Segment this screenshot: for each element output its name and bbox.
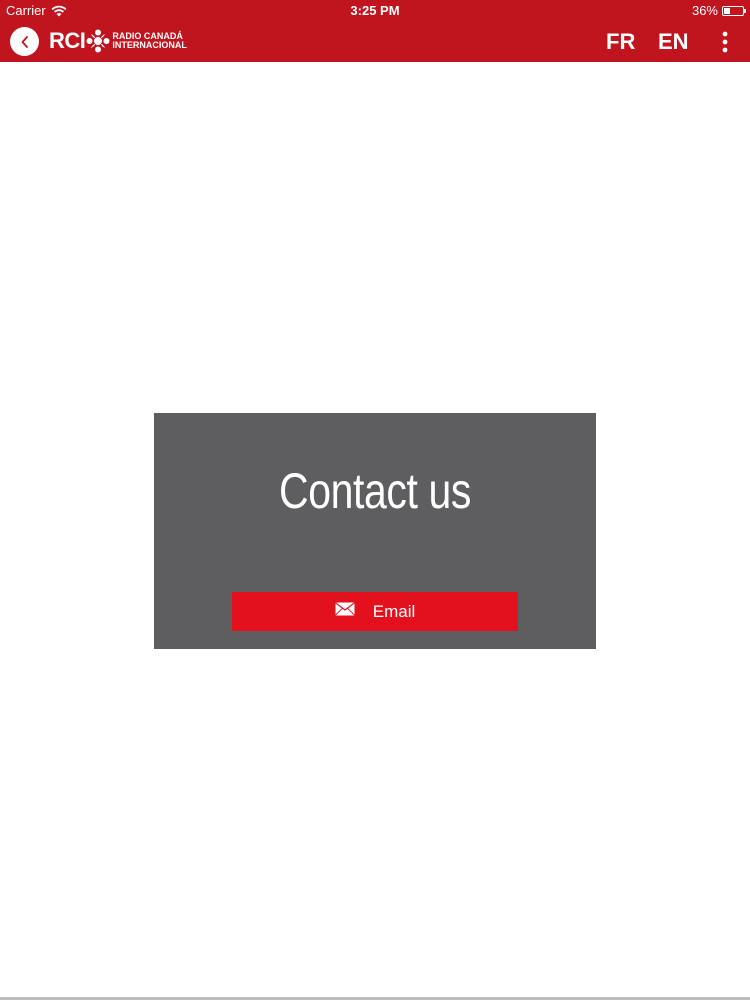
top-bar: Carrier 3:25 PM 36% RCI RADIO CANADÁ INT…: [0, 0, 750, 62]
logo-subtitle-line2: INTERNACIONAL: [112, 40, 187, 50]
battery-fill: [724, 7, 730, 14]
back-icon: [21, 35, 28, 48]
language-fr-button[interactable]: FR: [606, 29, 635, 55]
email-button[interactable]: Email: [232, 592, 518, 631]
more-menu-button[interactable]: [716, 30, 734, 56]
rci-logo: RCI RADIO CANADÁ INTERNACIONAL: [49, 28, 187, 54]
battery-group: 36%: [691, 3, 746, 18]
status-bar: Carrier 3:25 PM 36%: [0, 0, 750, 22]
nav-bar: RCI RADIO CANADÁ INTERNACIONAL FR EN: [0, 22, 750, 62]
battery-icon: [722, 5, 746, 16]
email-label: Email: [372, 601, 416, 621]
logo-text: RCI: [49, 28, 86, 53]
more-vertical-icon: [722, 31, 728, 53]
contact-title: Contact us: [279, 463, 471, 519]
logo-subtitle: RADIO CANADÁ INTERNACIONAL: [112, 32, 187, 50]
status-time: 3:25 PM: [350, 3, 400, 18]
language-en-button[interactable]: EN: [658, 29, 689, 55]
battery-percent: 36%: [691, 3, 718, 18]
cbc-gem-icon: [86, 29, 110, 53]
back-button[interactable]: [10, 27, 39, 56]
envelope-icon: [334, 602, 355, 621]
